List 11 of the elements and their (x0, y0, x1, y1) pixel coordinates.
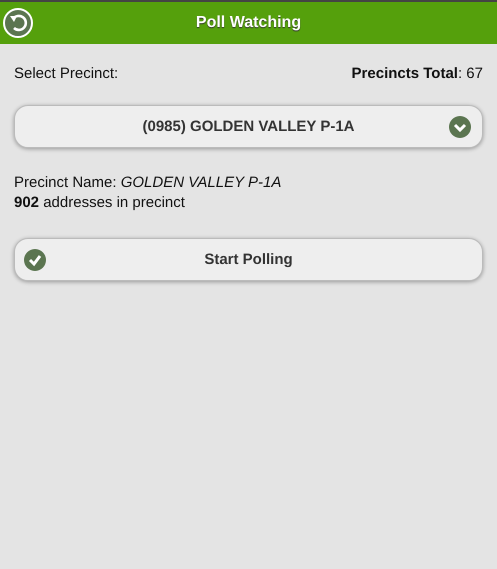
precinct-dropdown[interactable]: (0985) GOLDEN VALLEY P-1A (14, 105, 483, 148)
page-title: Poll Watching (196, 14, 302, 32)
precinct-info-text: Precinct Name: GOLDEN VALLEY P-1A (14, 173, 282, 193)
back-button[interactable] (3, 8, 33, 38)
checkmark-icon (24, 248, 46, 270)
back-icon (3, 8, 33, 38)
precinct-info-text: 902 addresses in precinct (14, 193, 186, 213)
chevron-down-icon (449, 116, 471, 138)
start-polling-button[interactable]: Start Polling (14, 238, 483, 281)
precincts-total: Precincts Total: 67 (352, 65, 483, 82)
select-label: Select Precinct: (14, 65, 118, 82)
